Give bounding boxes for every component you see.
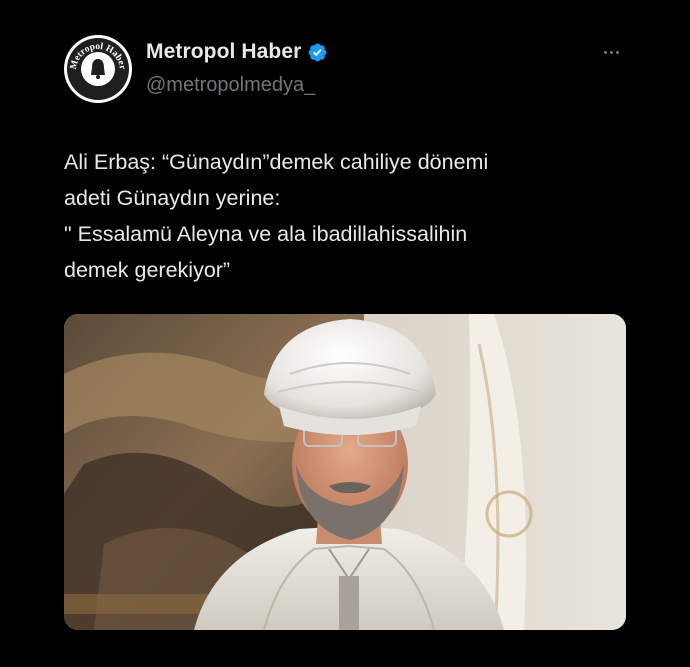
more-options-icon[interactable]	[594, 40, 628, 64]
bell-logo-icon: Metropol Haber	[69, 42, 127, 79]
tweet-text-line: Ali Erbaş: “Günaydın”demek cahiliye döne…	[64, 150, 489, 174]
portrait-photo-image	[64, 314, 626, 630]
verified-badge-icon	[308, 43, 327, 61]
avatar[interactable]: Metropol Haber	[64, 35, 132, 103]
name-row: Metropol Haber	[146, 40, 328, 64]
tweet-text-line: demek gerekiyor”	[64, 258, 231, 282]
tweet-media-photo[interactable]	[64, 314, 626, 630]
tweet-text-line: adeti Günaydın yerine:	[64, 186, 281, 210]
handle[interactable]: @metropolmedya_	[146, 74, 315, 97]
tweet-text: Ali Erbaş: “Günaydın”demek cahiliye döne…	[64, 144, 644, 288]
tweet-card[interactable]: Metropol Haber Metropol Haber @metropolm…	[0, 0, 690, 667]
tweet-text-line: " Essalamü Aleyna ve ala ibadillahissali…	[64, 222, 468, 246]
display-name[interactable]: Metropol Haber	[146, 40, 301, 64]
